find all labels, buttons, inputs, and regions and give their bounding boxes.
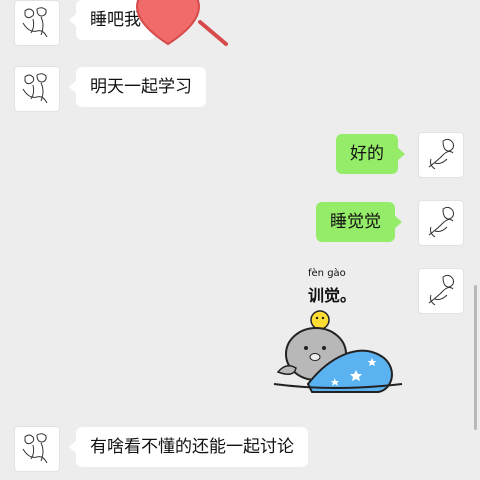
message-text: 好的	[350, 144, 384, 164]
my-avatar[interactable]	[418, 200, 464, 246]
message-text: 睡觉觉	[330, 212, 381, 232]
sketch-avatar-icon	[22, 7, 48, 38]
sticker-message[interactable]: fèn gào 训觉。	[268, 262, 404, 402]
contact-avatar[interactable]	[14, 66, 60, 112]
message-bubble[interactable]: 明天一起学习	[69, 67, 206, 107]
sketch-avatar-icon	[22, 73, 48, 104]
heart-icon	[136, 0, 228, 46]
message-text: 有啥看不懂的还能一起讨论	[90, 437, 294, 457]
sketch-avatar-icon	[22, 433, 48, 464]
message-bubble[interactable]: 有啥看不懂的还能一起讨论	[69, 427, 308, 467]
my-avatar[interactable]	[418, 268, 464, 314]
my-avatar[interactable]	[418, 132, 464, 178]
contact-avatar[interactable]	[14, 426, 60, 472]
scrollbar[interactable]	[474, 285, 477, 430]
contact-avatar[interactable]	[14, 0, 60, 46]
message-text: 明天一起学习	[90, 77, 192, 97]
message-bubble[interactable]: 睡觉觉	[316, 202, 402, 242]
sleeping-seal-sticker-icon	[273, 310, 403, 393]
sketch-avatar-icon	[428, 138, 454, 170]
sketch-avatar-icon	[428, 206, 454, 238]
message-bubble[interactable]: 好的	[336, 134, 405, 174]
sketch-avatar-icon	[428, 274, 454, 306]
